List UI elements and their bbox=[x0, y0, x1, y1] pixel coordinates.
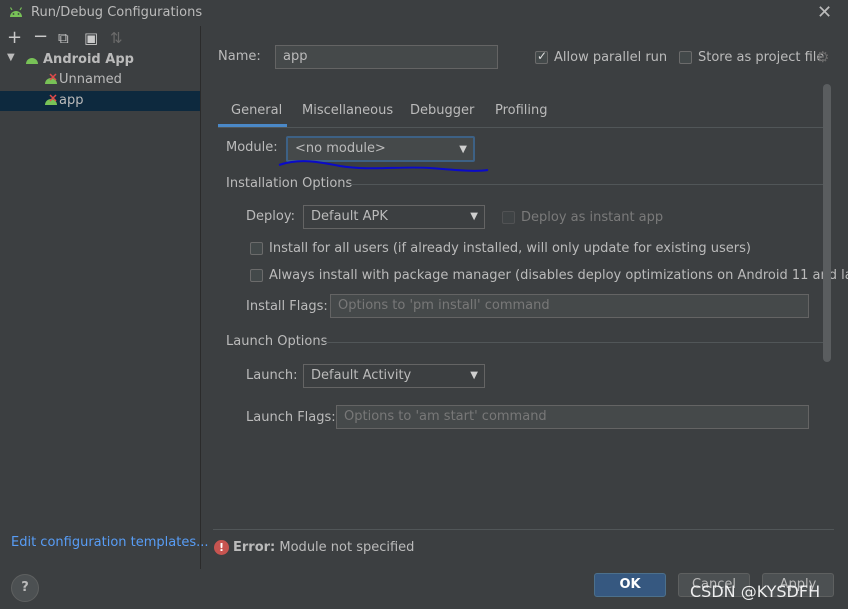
section-divider bbox=[324, 342, 823, 343]
launch-select-value: Default Activity bbox=[311, 368, 412, 383]
install-all-users-label: Install for all users (if already instal… bbox=[269, 241, 751, 256]
launch-flags-input[interactable]: Options to 'am start' command bbox=[336, 405, 809, 429]
error-detail: Module not specified bbox=[279, 540, 415, 555]
deploy-instant-app-label: Deploy as instant app bbox=[521, 210, 664, 225]
chevron-down-icon: ▼ bbox=[470, 370, 478, 381]
installation-options-heading: Installation Options bbox=[226, 176, 353, 191]
always-install-pm-checkbox[interactable] bbox=[250, 269, 263, 282]
error-message: Error: Module not specified bbox=[233, 540, 414, 555]
launch-flags-label: Launch Flags: bbox=[246, 410, 336, 425]
watermark: CSDN @KYSDFH bbox=[690, 582, 821, 601]
bottom-divider bbox=[213, 529, 834, 530]
section-divider bbox=[349, 184, 823, 185]
launch-label: Launch: bbox=[246, 368, 298, 383]
deploy-select-value: Default APK bbox=[311, 209, 388, 224]
launch-options-heading: Launch Options bbox=[226, 334, 328, 349]
error-prefix: Error: bbox=[233, 540, 276, 555]
launch-select[interactable]: Default Activity ▼ bbox=[303, 364, 485, 388]
install-flags-label: Install Flags: bbox=[246, 299, 328, 314]
deploy-select[interactable]: Default APK ▼ bbox=[303, 205, 485, 229]
deploy-label: Deploy: bbox=[246, 209, 295, 224]
ok-button[interactable]: OK bbox=[594, 573, 666, 597]
always-install-pm-label: Always install with package manager (dis… bbox=[269, 268, 848, 283]
deploy-instant-app-checkbox[interactable] bbox=[502, 211, 515, 224]
install-flags-input[interactable]: Options to 'pm install' command bbox=[330, 294, 809, 318]
vertical-scrollbar[interactable] bbox=[823, 84, 831, 362]
install-all-users-checkbox[interactable] bbox=[250, 242, 263, 255]
error-icon: ! bbox=[214, 540, 229, 555]
chevron-down-icon: ▼ bbox=[470, 211, 478, 222]
